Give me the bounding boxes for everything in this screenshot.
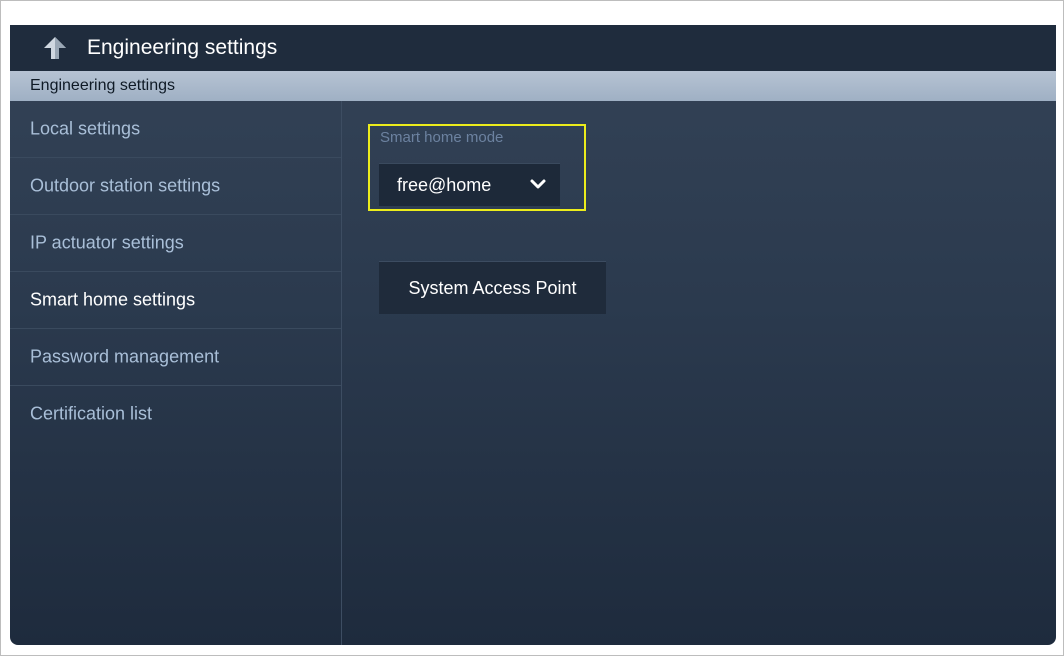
back-arrow-icon: [44, 37, 66, 59]
system-access-point-button[interactable]: System Access Point: [379, 261, 606, 314]
sidebar-item-label: IP actuator settings: [30, 232, 184, 253]
back-button[interactable]: [42, 35, 68, 61]
sidebar-item-password-management[interactable]: Password management: [10, 329, 341, 386]
sidebar-item-local-settings[interactable]: Local settings: [10, 101, 341, 158]
sidebar-item-label: Password management: [30, 346, 220, 367]
sidebar-item-label: Outdoor station settings: [30, 175, 221, 196]
sidebar-item-smart-home-settings[interactable]: Smart home settings: [10, 272, 341, 329]
smart-home-mode-dropdown[interactable]: free@home: [379, 163, 560, 206]
sidebar-item-outdoor-station-settings[interactable]: Outdoor station settings: [10, 158, 341, 215]
sidebar-item-ip-actuator-settings[interactable]: IP actuator settings: [10, 215, 341, 272]
chevron-down-icon: [530, 179, 546, 189]
section-header-label: Engineering settings: [30, 77, 175, 94]
sidebar-item-label: Smart home settings: [30, 289, 196, 310]
sidebar-item-label: Local settings: [30, 118, 141, 139]
sidebar-item-label: Certification list: [30, 403, 153, 424]
system-access-point-button-label: System Access Point: [408, 278, 577, 298]
sidebar: Local settings Outdoor station settings …: [10, 101, 342, 645]
smart-home-mode-value: free@home: [397, 175, 492, 195]
sidebar-item-certification-list[interactable]: Certification list: [10, 386, 341, 442]
page-title: Engineering settings: [87, 36, 278, 59]
title-bar: Engineering settings: [10, 25, 1056, 71]
smart-home-mode-label: Smart home mode: [380, 129, 504, 146]
section-header: Engineering settings: [10, 71, 1056, 101]
screenshot-frame: Engineering settings Engineering setting…: [0, 0, 1064, 656]
content-panel: Smart home mode free@home System Access …: [342, 101, 1056, 645]
device-screen: Engineering settings Engineering setting…: [10, 25, 1056, 645]
